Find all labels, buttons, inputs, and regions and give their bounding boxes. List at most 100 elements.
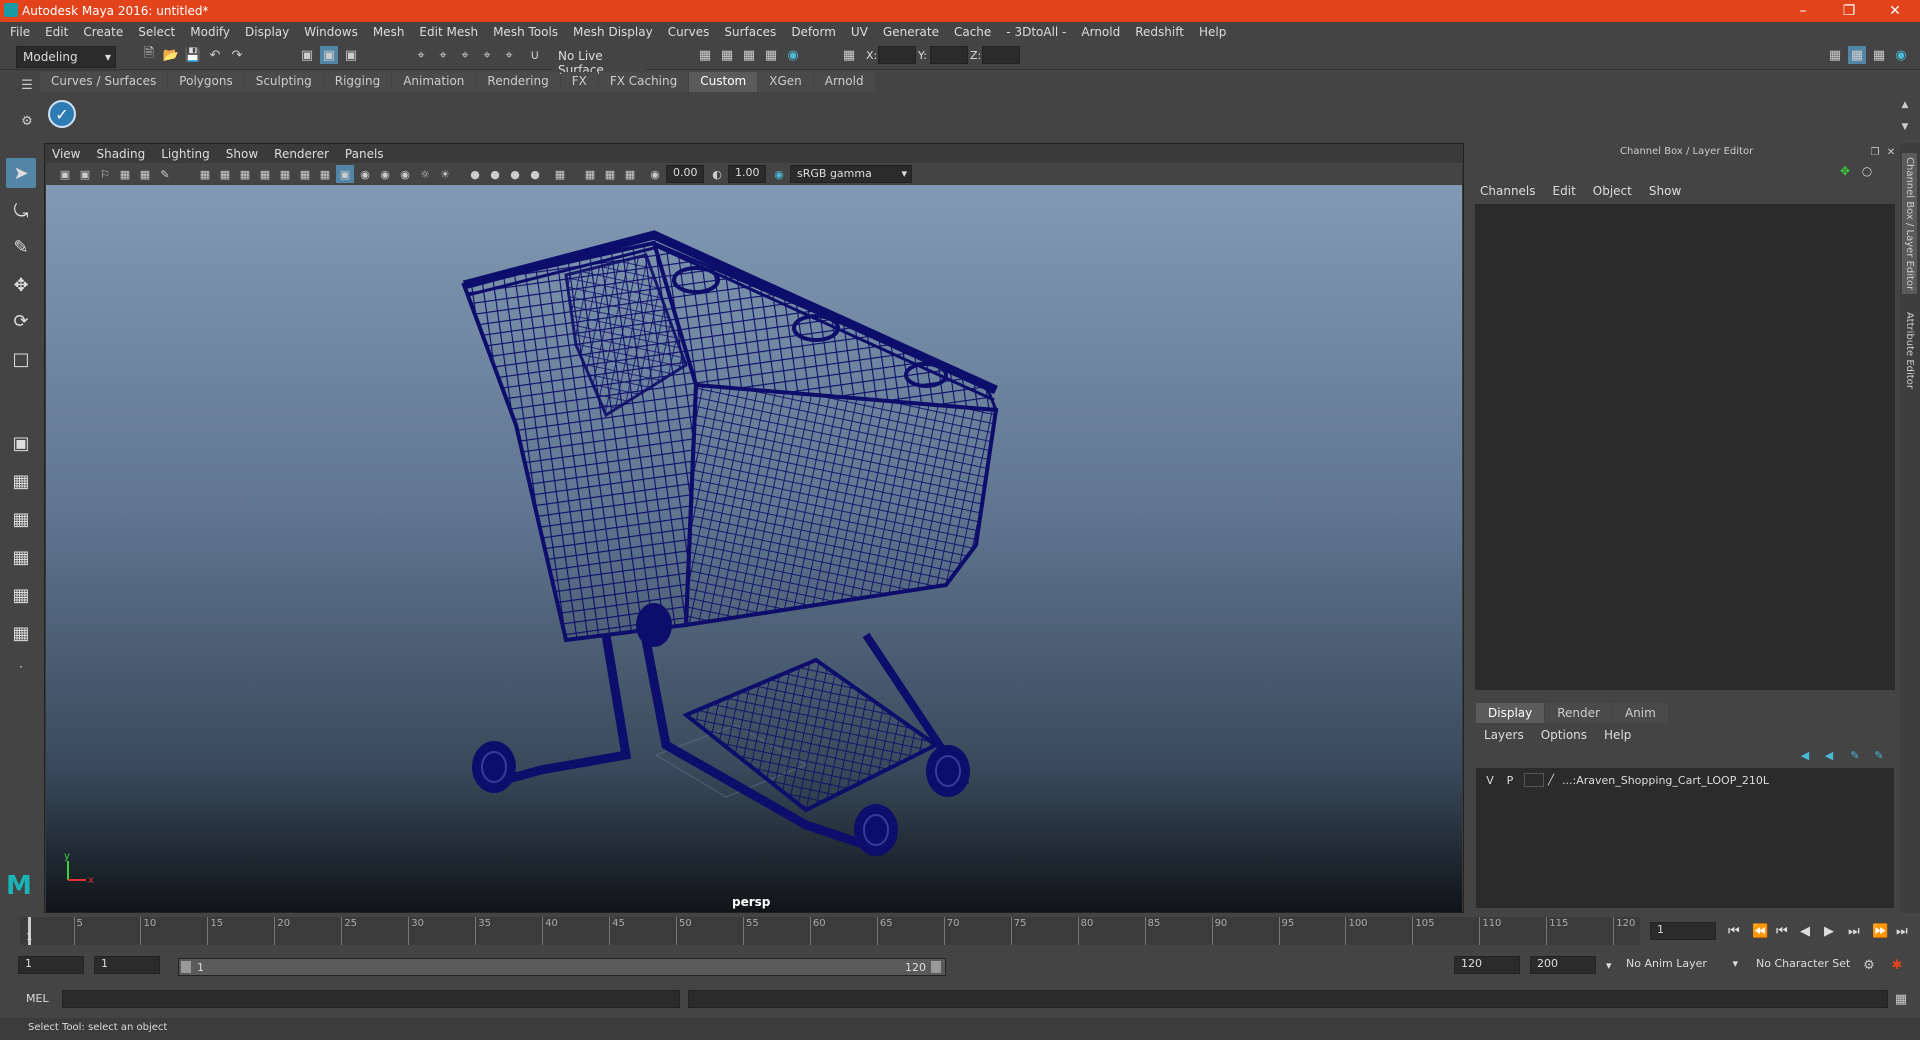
playback-end-field[interactable]: 120	[1454, 956, 1520, 974]
layer-color-icon[interactable]: ╱	[1548, 775, 1562, 786]
exposure-field[interactable]: 0.00	[666, 165, 704, 183]
menu-deform[interactable]: Deform	[791, 25, 836, 39]
layer-tab-anim[interactable]: Anim	[1612, 703, 1668, 723]
modeling-toolkit-icon[interactable]: ▦	[1826, 46, 1844, 64]
uv-editor-layout-icon[interactable]: ▦	[6, 618, 36, 648]
panel-close-icon[interactable]: ✕	[1882, 143, 1900, 161]
grid-toggle-icon[interactable]: ▦	[196, 165, 214, 183]
channel-box-menu-object[interactable]: Object	[1593, 184, 1632, 198]
shadows-icon[interactable]: ☀	[436, 165, 454, 183]
viewport-menu-lighting[interactable]: Lighting	[161, 147, 210, 161]
safe-title-icon[interactable]: ▦	[316, 165, 334, 183]
viewport-menu-renderer[interactable]: Renderer	[274, 147, 329, 161]
bookmark-icon[interactable]: ⚐	[96, 165, 114, 183]
menu-windows[interactable]: Windows	[304, 25, 358, 39]
render-settings-icon[interactable]: ▦	[696, 46, 714, 64]
side-tab-attribute-editor[interactable]: Attribute Editor	[1902, 308, 1917, 393]
cmd-language-label[interactable]: MEL	[26, 992, 49, 1005]
rotate-tool-icon[interactable]: ⟳	[6, 306, 36, 336]
menu-cache[interactable]: Cache	[954, 25, 991, 39]
persp-outliner-layout-icon[interactable]: ▦	[6, 504, 36, 534]
move-layer-down-icon[interactable]: ◀	[1820, 746, 1838, 764]
range-bar[interactable]: 1 120	[178, 958, 946, 976]
3d-viewport[interactable]: y x	[46, 185, 1462, 912]
menu-mesh-tools[interactable]: Mesh Tools	[493, 25, 558, 39]
layer-display-type-toggle[interactable]	[1524, 773, 1544, 787]
layer-menu-options[interactable]: Options	[1541, 728, 1587, 742]
magnet-icon[interactable]: ∪	[526, 46, 544, 64]
new-empty-layer-icon[interactable]: ✎	[1846, 746, 1864, 764]
new-layer-selected-icon[interactable]: ✎	[1870, 746, 1888, 764]
camera-attributes-icon[interactable]: ▣	[76, 165, 94, 183]
layer-tab-display[interactable]: Display	[1476, 703, 1545, 723]
menu-select[interactable]: Select	[138, 25, 175, 39]
depth-of-field-icon[interactable]: ●	[526, 165, 544, 183]
custom-shelf-check-icon[interactable]: ✓	[48, 100, 76, 128]
step-back-icon[interactable]: ⏪	[1752, 924, 1768, 939]
lasso-tool-icon[interactable]: ⤿	[6, 196, 36, 226]
menu-arnold[interactable]: Arnold	[1081, 25, 1120, 39]
snap-grid-icon[interactable]: ⌖	[412, 46, 430, 64]
layer-tab-render[interactable]: Render	[1545, 703, 1612, 723]
anim-layer-chevron-icon[interactable]: ▾	[1606, 959, 1612, 972]
shelf-tab-fx-caching[interactable]: FX Caching	[598, 72, 689, 92]
layer-visibility-toggle[interactable]: V	[1480, 774, 1500, 787]
animation-end-field[interactable]: 200	[1530, 956, 1596, 974]
ipr-render-icon[interactable]: ▦	[740, 46, 758, 64]
select-object-icon[interactable]: ▣	[320, 46, 338, 64]
scale-tool-icon[interactable]: □	[6, 344, 36, 374]
step-back-key-icon[interactable]: ⏮	[1776, 924, 1788, 939]
menu-display[interactable]: Display	[245, 25, 289, 39]
channel-box-area[interactable]	[1475, 204, 1895, 690]
anim-layer-dropdown[interactable]: No Anim Layer ▾	[1620, 956, 1742, 974]
textured-icon[interactable]: ◉	[396, 165, 414, 183]
redo-icon[interactable]: ↷	[228, 46, 246, 64]
shelf-tab-xgen[interactable]: XGen	[758, 72, 813, 92]
shelf-scroll-up-icon[interactable]: ▲	[1896, 96, 1914, 114]
attribute-editor-toggle-icon[interactable]: ▦	[1848, 46, 1866, 64]
gamma-field[interactable]: 1.00	[728, 165, 766, 183]
snap-view-icon[interactable]: ⌖	[478, 46, 496, 64]
isolate-select-icon[interactable]: ▦	[551, 165, 569, 183]
manipulator-icon[interactable]: ✥	[1836, 162, 1854, 180]
motion-blur-icon[interactable]: ●	[486, 165, 504, 183]
persp-graph-layout-icon[interactable]: ▦	[6, 542, 36, 572]
menu-edit[interactable]: Edit	[45, 25, 68, 39]
channel-box-menu-channels[interactable]: Channels	[1480, 184, 1536, 198]
menu-uv[interactable]: UV	[851, 25, 868, 39]
layer-menu-layers[interactable]: Layers	[1484, 728, 1524, 742]
xray-icon[interactable]: ▦	[581, 165, 599, 183]
move-tool-icon[interactable]: ✥	[6, 270, 36, 300]
shelf-menu-icon[interactable]: ☰	[18, 76, 36, 94]
shelf-tab-arnold[interactable]: Arnold	[813, 72, 875, 92]
y-field[interactable]	[930, 46, 968, 64]
grease-pencil-icon[interactable]: ✎	[156, 165, 174, 183]
2d-pan-zoom-icon[interactable]: ▦	[136, 165, 154, 183]
snap-curve-icon[interactable]: ⌖	[434, 46, 452, 64]
z-field[interactable]	[982, 46, 1020, 64]
resolution-gate-icon[interactable]: ▦	[236, 165, 254, 183]
shelf-settings-icon[interactable]: ⚙	[18, 112, 36, 130]
current-frame-field[interactable]: 1	[1650, 922, 1716, 940]
speed-icon[interactable]: ○	[1858, 162, 1876, 180]
shelf-tab-animation[interactable]: Animation	[392, 72, 476, 92]
select-hierarchy-icon[interactable]: ▣	[298, 46, 316, 64]
image-plane-icon[interactable]: ▦	[116, 165, 134, 183]
xray-joints-icon[interactable]: ▦	[621, 165, 639, 183]
select-component-icon[interactable]: ▣	[342, 46, 360, 64]
menu-redshift[interactable]: Redshift	[1135, 25, 1184, 39]
shelf-scroll-down-icon[interactable]: ▼	[1896, 118, 1914, 136]
go-to-start-icon[interactable]: ⏮	[1728, 924, 1740, 939]
render-view-icon[interactable]: ▦	[762, 46, 780, 64]
tool-settings-icon[interactable]: ▦	[1870, 46, 1888, 64]
range-end-handle[interactable]	[931, 961, 941, 973]
color-space-dropdown[interactable]: sRGB gamma ▾	[790, 165, 912, 183]
menu-mesh-display[interactable]: Mesh Display	[573, 25, 653, 39]
gamma-icon[interactable]: ◐	[708, 165, 726, 183]
animation-start-field[interactable]: 1	[18, 956, 84, 974]
wireframe-on-shaded-icon[interactable]: ◉	[376, 165, 394, 183]
viewport-menu-show[interactable]: Show	[226, 147, 258, 161]
menu-file[interactable]: File	[10, 25, 30, 39]
step-forward-icon[interactable]: ⏩	[1872, 924, 1888, 939]
mode-dropdown[interactable]: Modeling ▾	[16, 46, 116, 68]
